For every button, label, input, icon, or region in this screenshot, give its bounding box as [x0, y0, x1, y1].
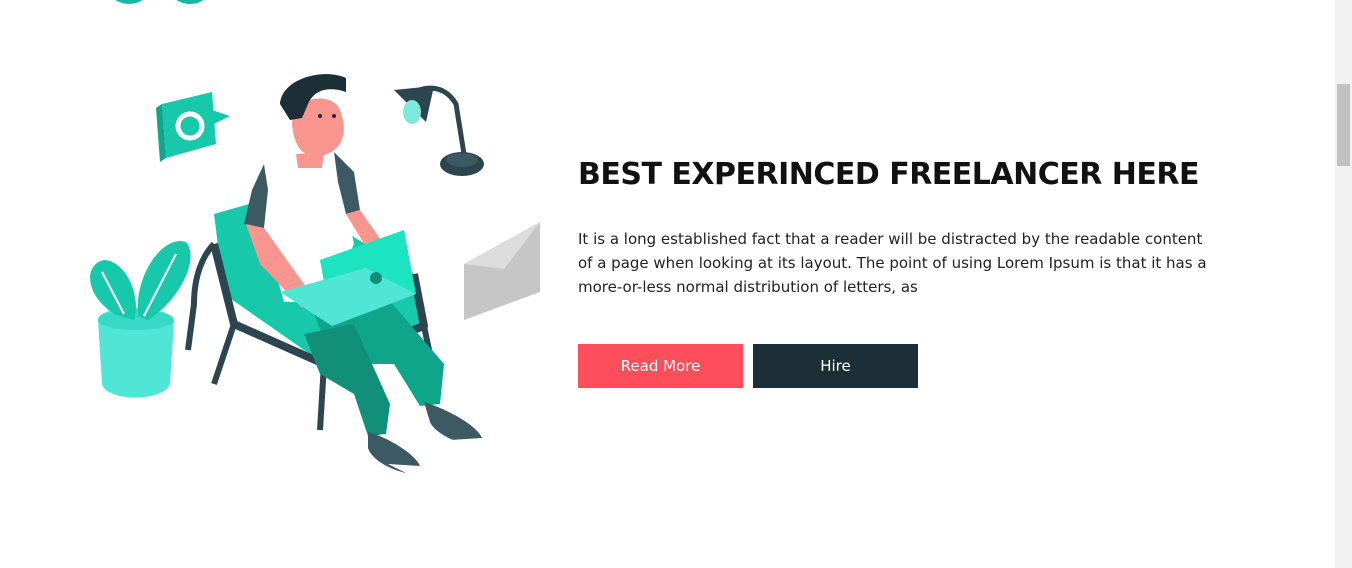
plant-icon	[90, 240, 191, 398]
desk-lamp-icon	[394, 85, 484, 176]
hero-description: It is a long established fact that a rea…	[578, 230, 1207, 296]
scrollbar-thumb[interactable]	[1337, 84, 1350, 166]
hero-buttons: Read More Hire	[578, 344, 918, 388]
page: BEST EXPERINCED FREELANCER HERE It is a …	[0, 0, 1352, 568]
hire-button[interactable]: Hire	[753, 344, 918, 388]
person-figure	[244, 74, 482, 476]
read-more-button[interactable]: Read More	[578, 344, 743, 388]
freelancer-illustration	[90, 74, 540, 476]
gear-chat-icon	[156, 92, 230, 162]
grey-box	[464, 222, 540, 320]
vertical-scrollbar[interactable]	[1335, 0, 1352, 568]
decorative-circle	[165, 0, 215, 4]
hero-headline: BEST EXPERINCED FREELANCER HERE	[578, 157, 1199, 192]
hero-content: BEST EXPERINCED FREELANCER HERE It is a …	[578, 155, 1218, 299]
decorative-circle	[104, 0, 154, 4]
